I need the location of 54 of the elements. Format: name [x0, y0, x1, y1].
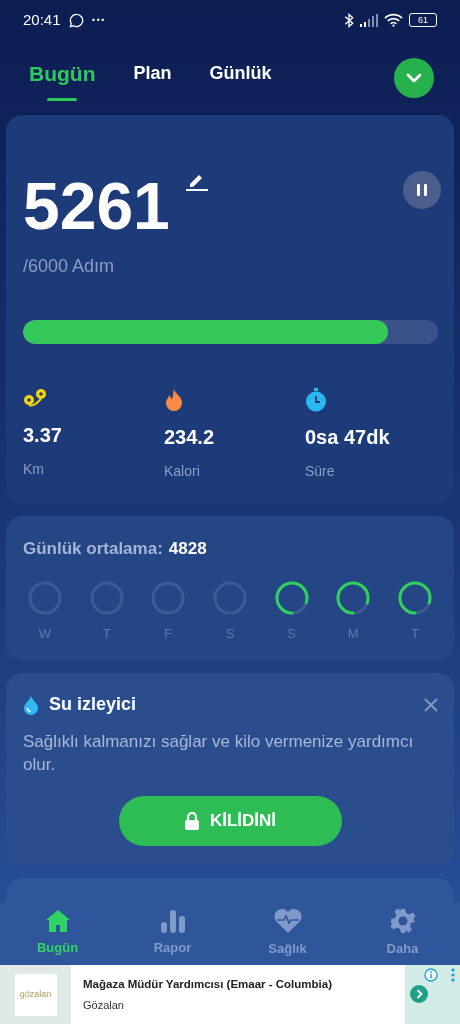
stopwatch-icon [305, 388, 327, 412]
day-label: W [38, 624, 52, 643]
home-icon [44, 909, 71, 934]
ad-banner[interactable]: gözalan Mağaza Müdür Yardımcısı (Emaar - Columbia) Gözalan [0, 965, 460, 1024]
tab[interactable]: Günlük [209, 58, 272, 101]
chevron-right-icon [410, 985, 428, 1003]
battery-indicator: 61 [409, 13, 437, 27]
day-label: S [287, 624, 296, 643]
wifi-icon [384, 13, 403, 27]
water-drop-icon [23, 694, 39, 715]
day-label: F [164, 624, 173, 643]
average-value: 4828 [168, 538, 207, 560]
gear-icon [389, 908, 416, 935]
nav-tab[interactable]: Rapor [115, 902, 230, 965]
water-description: Sağlıklı kalmanızı sağlar ve kilo vermenize yardımcı olur. [23, 731, 415, 776]
step-count: 5261 [23, 173, 170, 239]
unlock-button[interactable]: KİLİDİNİ [118, 796, 342, 846]
stat-label: Km [23, 460, 44, 479]
ad-title: Mağaza Müdür Yardımcısı (Emaar - Columbia) [83, 977, 332, 993]
tab[interactable]: Plan [133, 58, 172, 101]
flame-icon [164, 388, 184, 412]
day-label: T [102, 624, 111, 643]
nav-tab[interactable]: Daha [345, 902, 460, 965]
average-label: Günlük ortalama: [23, 538, 163, 560]
step-goal: /6000 Adım [23, 255, 116, 278]
tab[interactable]: Bugün [29, 58, 96, 101]
stat-label: Kalori [164, 462, 200, 481]
day-label: M [347, 624, 359, 643]
nav-tab[interactable]: Bugün [0, 902, 115, 965]
bar-chart-icon [158, 909, 187, 934]
stat-value: 0sa 47dk [305, 425, 390, 450]
close-icon [423, 696, 439, 713]
chat-icon [68, 12, 84, 28]
more-options-icon [451, 968, 455, 982]
info-icon [424, 968, 438, 982]
stat-value: 234.2 [164, 425, 215, 450]
pause-icon [417, 184, 427, 196]
water-title: Su izleyici [49, 693, 137, 716]
signal-icon [360, 13, 378, 27]
dropdown-button[interactable] [394, 58, 434, 98]
stat-label: Süre [305, 462, 335, 481]
more-notifications: ··· [91, 10, 106, 30]
close-button[interactable] [423, 696, 439, 713]
bluetooth-icon [344, 12, 354, 28]
nav-tab[interactable]: Sağlık [230, 902, 345, 965]
day-label: T [410, 624, 419, 643]
clock-time: 20:41 [23, 9, 61, 30]
advertiser-logo: gözalan [14, 974, 57, 1016]
stat-value: 3.37 [23, 423, 62, 448]
heart-pulse-icon [272, 908, 303, 935]
chevron-down-icon [406, 73, 422, 83]
ad-advertiser: Gözalan [83, 998, 125, 1014]
pause-button[interactable] [403, 171, 441, 209]
lock-icon [183, 812, 200, 830]
